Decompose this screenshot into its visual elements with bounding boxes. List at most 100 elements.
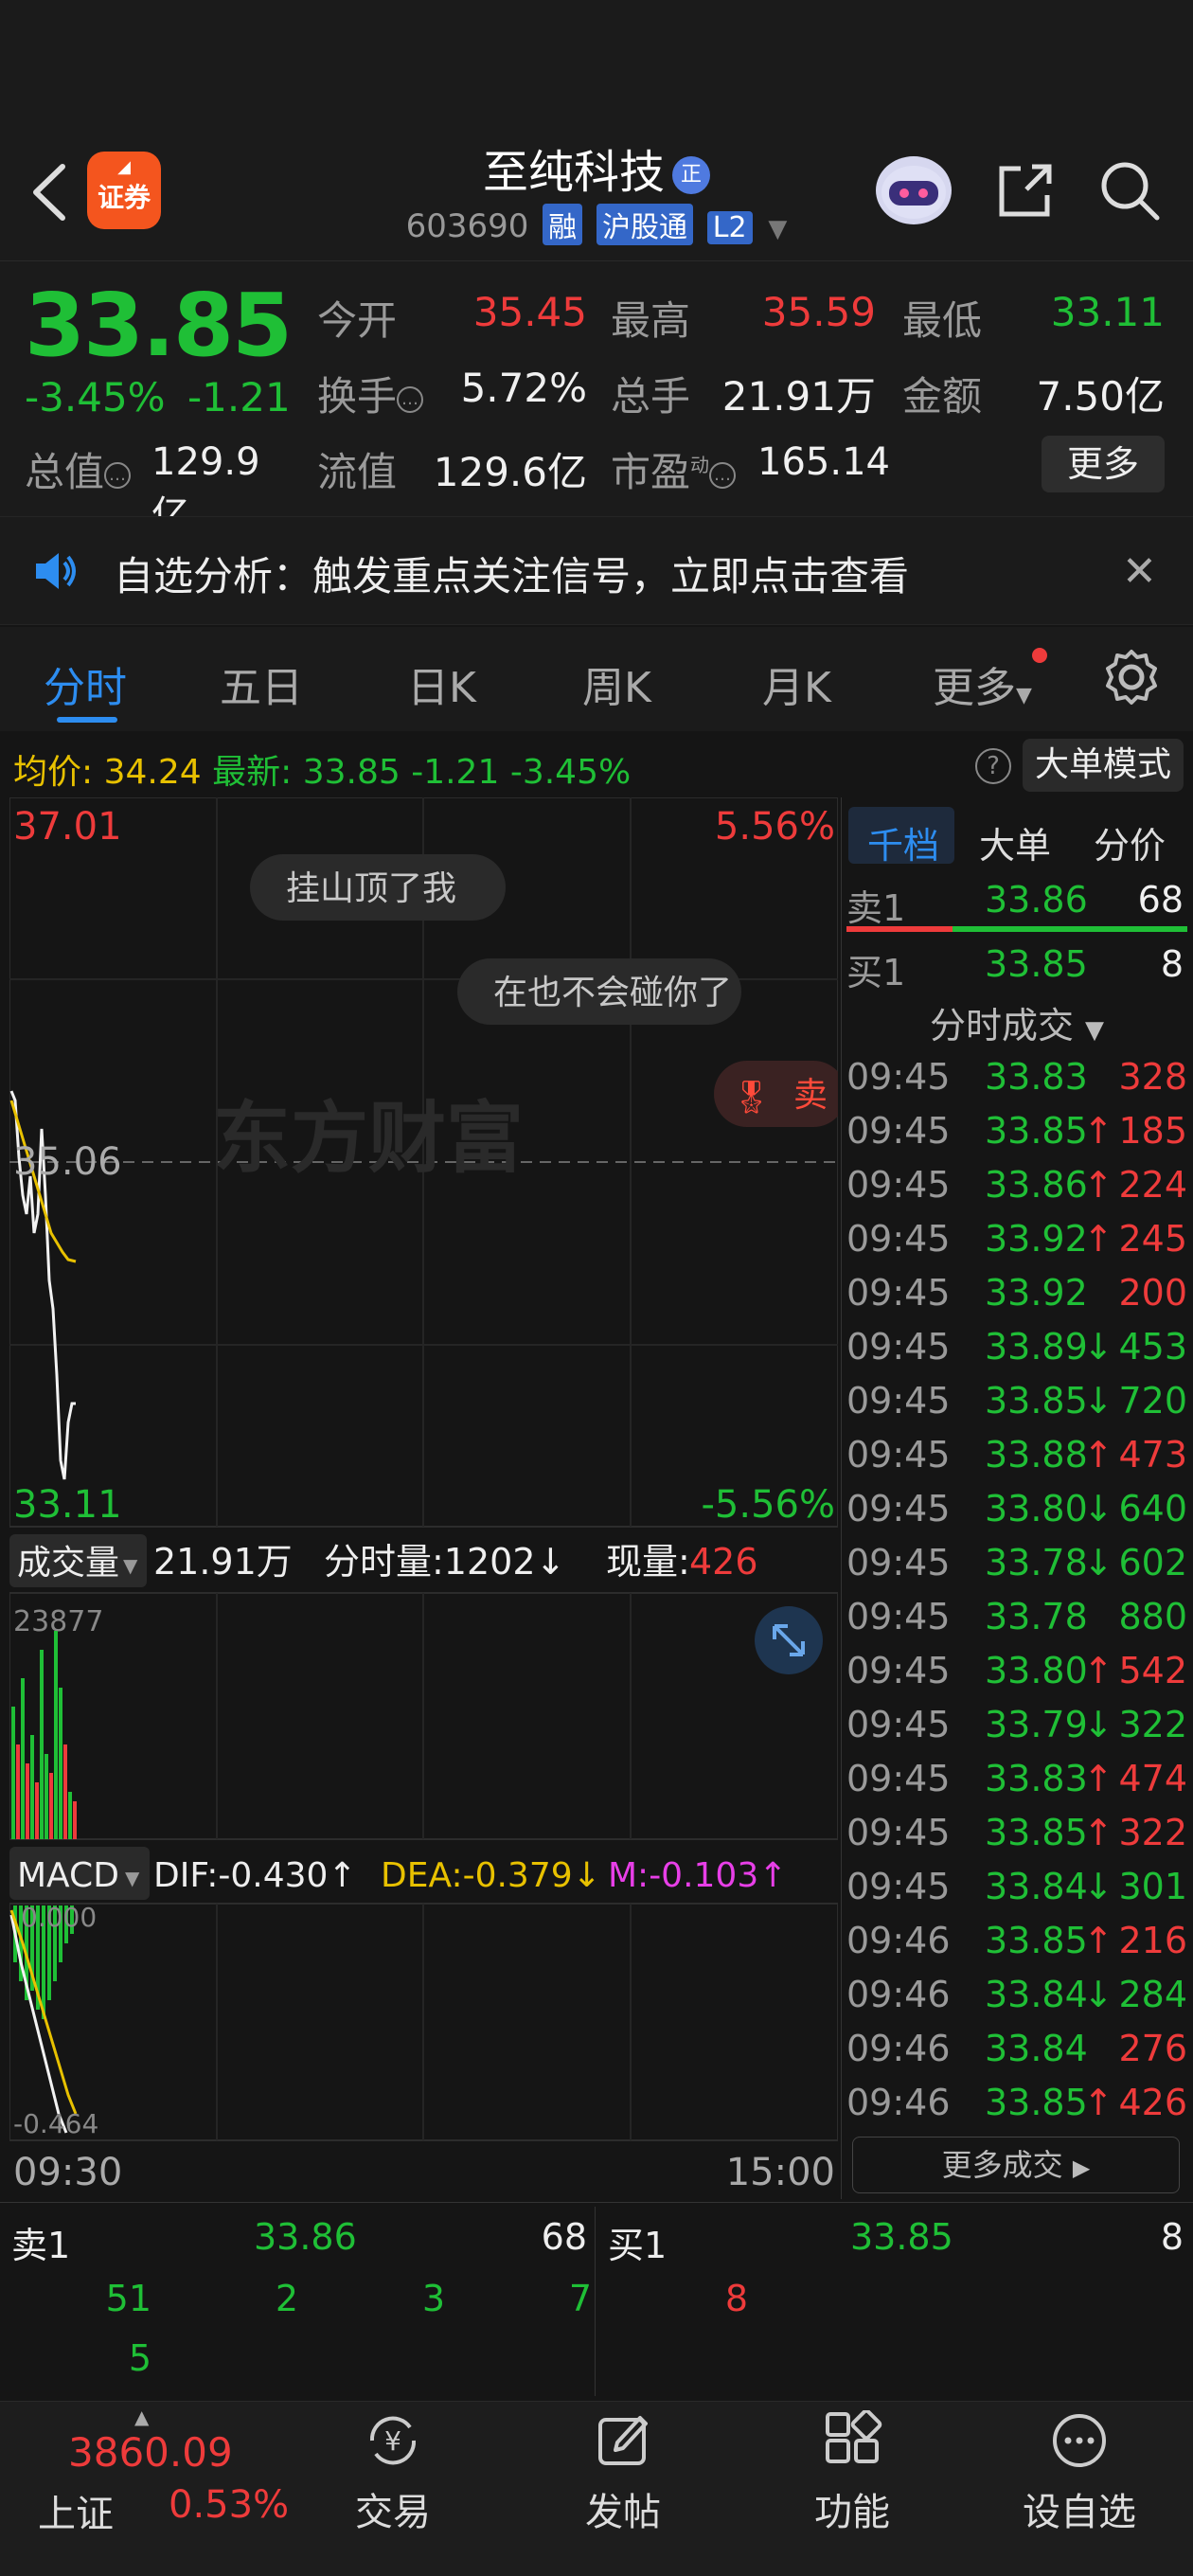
queue-buy-price: 33.85 bbox=[850, 2216, 953, 2258]
nav-trade[interactable]: 交易 bbox=[317, 2481, 469, 2536]
tab-daily-k[interactable]: 日K bbox=[407, 653, 476, 714]
axis-mid-price: 35.06 bbox=[13, 1140, 122, 1184]
macd-axis-top: 0.000 bbox=[21, 1902, 97, 1933]
more-button[interactable]: 更多 bbox=[1042, 436, 1165, 492]
chevron-down-icon: ▼ bbox=[1085, 1016, 1105, 1045]
axis-bottom-price: 33.11 bbox=[13, 1483, 122, 1527]
trade-row: 09:45 33.83 328 bbox=[846, 1056, 1187, 1110]
arrow-up-icon: ↑ bbox=[1083, 2082, 1113, 2123]
volume-total: 21.91万 bbox=[153, 1541, 293, 1583]
chevron-right-icon: ▶ bbox=[1072, 2155, 1091, 2181]
tab-more[interactable]: 更多▼ bbox=[933, 653, 1032, 714]
stock-code: 603690 bbox=[405, 207, 529, 245]
trade-qty: 200 bbox=[1118, 1272, 1187, 1314]
trade-price: 33.78 bbox=[985, 1596, 1088, 1637]
info-icon[interactable]: … bbox=[104, 461, 132, 489]
trade-price: 33.83 bbox=[985, 1056, 1088, 1098]
chevron-down-icon: ▼ bbox=[1016, 684, 1032, 707]
trade-row: 09:45 33.85 ↓ 720 bbox=[846, 1380, 1187, 1434]
trade-row: 09:45 33.88 ↑ 473 bbox=[846, 1434, 1187, 1488]
avg-label: 均价: bbox=[13, 753, 94, 792]
trade-qty: 216 bbox=[1118, 1920, 1187, 1961]
trade-time: 09:45 bbox=[846, 1758, 951, 1799]
intraday-chart[interactable]: 东方财富 挂山顶了我 在也不会碰你了 🎖 卖 37.01 5.56% 35.06… bbox=[9, 797, 838, 2199]
last-price: 33.85 bbox=[25, 275, 293, 376]
tab-weekly-k[interactable]: 周K bbox=[582, 653, 651, 714]
trade-price: 33.86 bbox=[985, 1164, 1088, 1206]
trade-qty: 453 bbox=[1118, 1326, 1187, 1368]
high-label: 最高 bbox=[611, 297, 691, 344]
trade-price: 33.83 bbox=[985, 1758, 1088, 1799]
arrow-up-icon: ↑ bbox=[1083, 1758, 1113, 1799]
trade-time: 09:45 bbox=[846, 1866, 951, 1907]
trade-row: 09:45 33.79 ↓ 322 bbox=[846, 1704, 1187, 1758]
turnover-value: 5.72% bbox=[460, 365, 587, 411]
trades-header[interactable]: 分时成交 ▼ bbox=[841, 996, 1193, 1048]
nav-post[interactable]: 发帖 bbox=[547, 2481, 699, 2536]
latest-change: -1.21 bbox=[411, 753, 500, 792]
amount-label: 金额 bbox=[902, 373, 983, 420]
open-value: 35.45 bbox=[472, 289, 587, 335]
nav-add-watchlist[interactable]: 设自选 bbox=[1004, 2481, 1155, 2536]
arrow-down-icon: ↓ bbox=[1083, 1488, 1113, 1530]
trade-qty: 185 bbox=[1118, 1110, 1187, 1152]
sell-signal-icon: 🎖 bbox=[731, 1079, 772, 1117]
nav-functions[interactable]: 功能 bbox=[776, 2481, 928, 2536]
trade-row: 09:45 33.92 200 bbox=[846, 1272, 1187, 1326]
arrow-down-icon: ↓ bbox=[1083, 1974, 1113, 2015]
trade-price: 33.84 bbox=[985, 1866, 1088, 1907]
more-trades-label: 更多成交 bbox=[941, 2147, 1063, 2183]
pe-superscript: 动 bbox=[690, 454, 710, 476]
trades-header-label: 分时成交 bbox=[929, 1005, 1074, 1046]
trade-time: 09:46 bbox=[846, 1920, 951, 1961]
trade-price: 33.85 bbox=[985, 1110, 1088, 1152]
index-name[interactable]: 上证 bbox=[38, 2483, 114, 2538]
tab-intraday[interactable]: 分时 bbox=[44, 653, 127, 714]
trade-icon[interactable]: ¥ bbox=[363, 2410, 423, 2471]
tab-big-orders[interactable]: 大单 bbox=[979, 816, 1051, 868]
mktcap-label-group: 总值… bbox=[25, 440, 132, 498]
index-value[interactable]: 3860.09 bbox=[68, 2429, 233, 2476]
chevron-down-icon: ▼ bbox=[125, 1867, 140, 1889]
amount-value: 7.50亿 bbox=[1036, 373, 1165, 420]
trade-row: 09:45 33.78 880 bbox=[846, 1596, 1187, 1650]
trade-time: 09:45 bbox=[846, 1110, 951, 1152]
trade-time: 09:45 bbox=[846, 1380, 951, 1422]
trade-price: 33.89 bbox=[985, 1326, 1088, 1368]
trade-time: 09:45 bbox=[846, 1272, 951, 1314]
trade-row: 09:45 33.83 ↑ 474 bbox=[846, 1758, 1187, 1812]
buy1-qty: 8 bbox=[1160, 943, 1184, 985]
queue-buy-qty: 8 bbox=[1160, 2216, 1184, 2258]
sell-signal-text: 卖 bbox=[793, 1076, 828, 1115]
arrow-up-icon: ↑ bbox=[1083, 1812, 1113, 1853]
share-icon[interactable] bbox=[994, 159, 1057, 222]
big-order-mode-button[interactable]: 大单模式 bbox=[1023, 739, 1184, 792]
gear-icon[interactable] bbox=[1102, 648, 1161, 707]
volume-bars bbox=[11, 1631, 77, 1839]
help-icon[interactable]: ? bbox=[975, 748, 1011, 784]
arrow-down-icon: ↓ bbox=[1083, 1704, 1113, 1745]
grid-apps-icon[interactable] bbox=[822, 2410, 882, 2471]
trade-row: 09:45 33.80 ↓ 640 bbox=[846, 1488, 1187, 1542]
trade-qty: 640 bbox=[1118, 1488, 1187, 1530]
trade-time: 09:45 bbox=[846, 1218, 951, 1260]
time-axis-start: 09:30 bbox=[13, 2151, 122, 2194]
more-dots-icon[interactable] bbox=[1049, 2410, 1110, 2471]
axis-bottom-pct: -5.56% bbox=[701, 1483, 835, 1527]
tab-monthly-k[interactable]: 月K bbox=[762, 653, 831, 714]
tab-price-dist[interactable]: 分价 bbox=[1094, 816, 1166, 868]
search-icon[interactable] bbox=[1098, 159, 1161, 222]
queue-order: 3 bbox=[421, 2278, 445, 2319]
info-icon[interactable]: … bbox=[709, 461, 737, 489]
more-trades-button[interactable]: 更多成交 ▶ bbox=[852, 2137, 1180, 2193]
notice-text[interactable]: 自选分析：触发重点关注信号，立即点击查看 bbox=[114, 545, 909, 602]
close-icon[interactable]: ✕ bbox=[1122, 547, 1157, 596]
trade-qty: 322 bbox=[1118, 1812, 1187, 1853]
edit-post-icon[interactable] bbox=[593, 2410, 653, 2471]
tab-full-depth[interactable]: 千档 bbox=[867, 816, 939, 868]
sell1-label: 卖1 bbox=[846, 887, 906, 929]
sell-ratio-bar bbox=[846, 926, 953, 932]
robot-assistant-icon[interactable] bbox=[876, 156, 952, 224]
tab-five-day[interactable]: 五日 bbox=[220, 653, 303, 714]
trade-qty: 474 bbox=[1118, 1758, 1187, 1799]
